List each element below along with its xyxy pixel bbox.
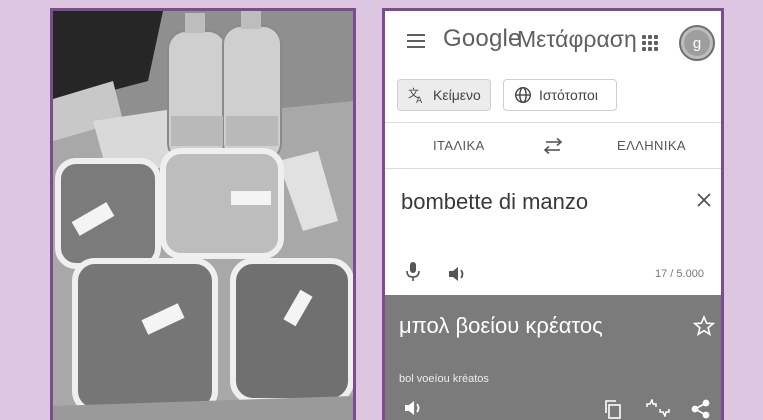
- tab-websites-label: Ιστότοποι: [539, 87, 598, 103]
- microphone-icon[interactable]: [405, 261, 421, 283]
- translate-text-icon: 文A: [407, 85, 427, 105]
- avatar[interactable]: g: [679, 25, 715, 61]
- character-count: 17 / 5.000: [655, 268, 704, 280]
- google-translate-screen: Google Μετάφραση g 文A Κείμενο Ιστότοποι: [382, 8, 724, 420]
- svg-text:A: A: [416, 96, 423, 104]
- tab-websites[interactable]: Ιστότοποι: [503, 79, 617, 111]
- food-photo-illustration: [53, 11, 353, 420]
- speaker-icon[interactable]: [447, 265, 469, 283]
- menu-icon[interactable]: [407, 34, 425, 48]
- source-language[interactable]: ΙΤΑΛΙΚΑ: [433, 138, 485, 153]
- food-photo: [50, 8, 356, 420]
- app-bar: Google Μετάφραση g: [385, 11, 721, 73]
- tab-text-label: Κείμενο: [433, 87, 481, 103]
- close-icon[interactable]: [694, 190, 714, 210]
- feedback-icon[interactable]: [645, 397, 671, 419]
- speaker-icon[interactable]: [403, 399, 425, 417]
- tab-text[interactable]: 文A Κείμενο: [397, 79, 491, 111]
- google-logo: Google: [443, 25, 522, 52]
- copy-icon[interactable]: [603, 399, 623, 419]
- translation-result-panel: μπολ βοείου κρέατος bol voeíou kréatos: [385, 295, 721, 420]
- star-icon[interactable]: [692, 314, 716, 337]
- avatar-letter: g: [684, 30, 710, 56]
- app-title: Μετάφραση: [517, 26, 637, 52]
- globe-icon: [513, 85, 533, 105]
- share-icon[interactable]: [691, 399, 711, 419]
- swap-arrows-icon[interactable]: [541, 137, 565, 155]
- source-text[interactable]: bombette di manzo: [401, 189, 588, 215]
- target-language[interactable]: ΕΛΛΗΝΙΚΑ: [617, 138, 686, 153]
- apps-grid-icon[interactable]: [642, 35, 658, 51]
- transliteration-text: bol voeíou kréatos: [399, 373, 489, 385]
- language-bar: ΙΤΑΛΙΚΑ ΕΛΛΗΝΙΚΑ: [385, 123, 721, 169]
- source-input-area[interactable]: bombette di manzo 17 / 5.000: [385, 169, 721, 294]
- translated-text: μπολ βοείου κρέατος: [399, 313, 603, 338]
